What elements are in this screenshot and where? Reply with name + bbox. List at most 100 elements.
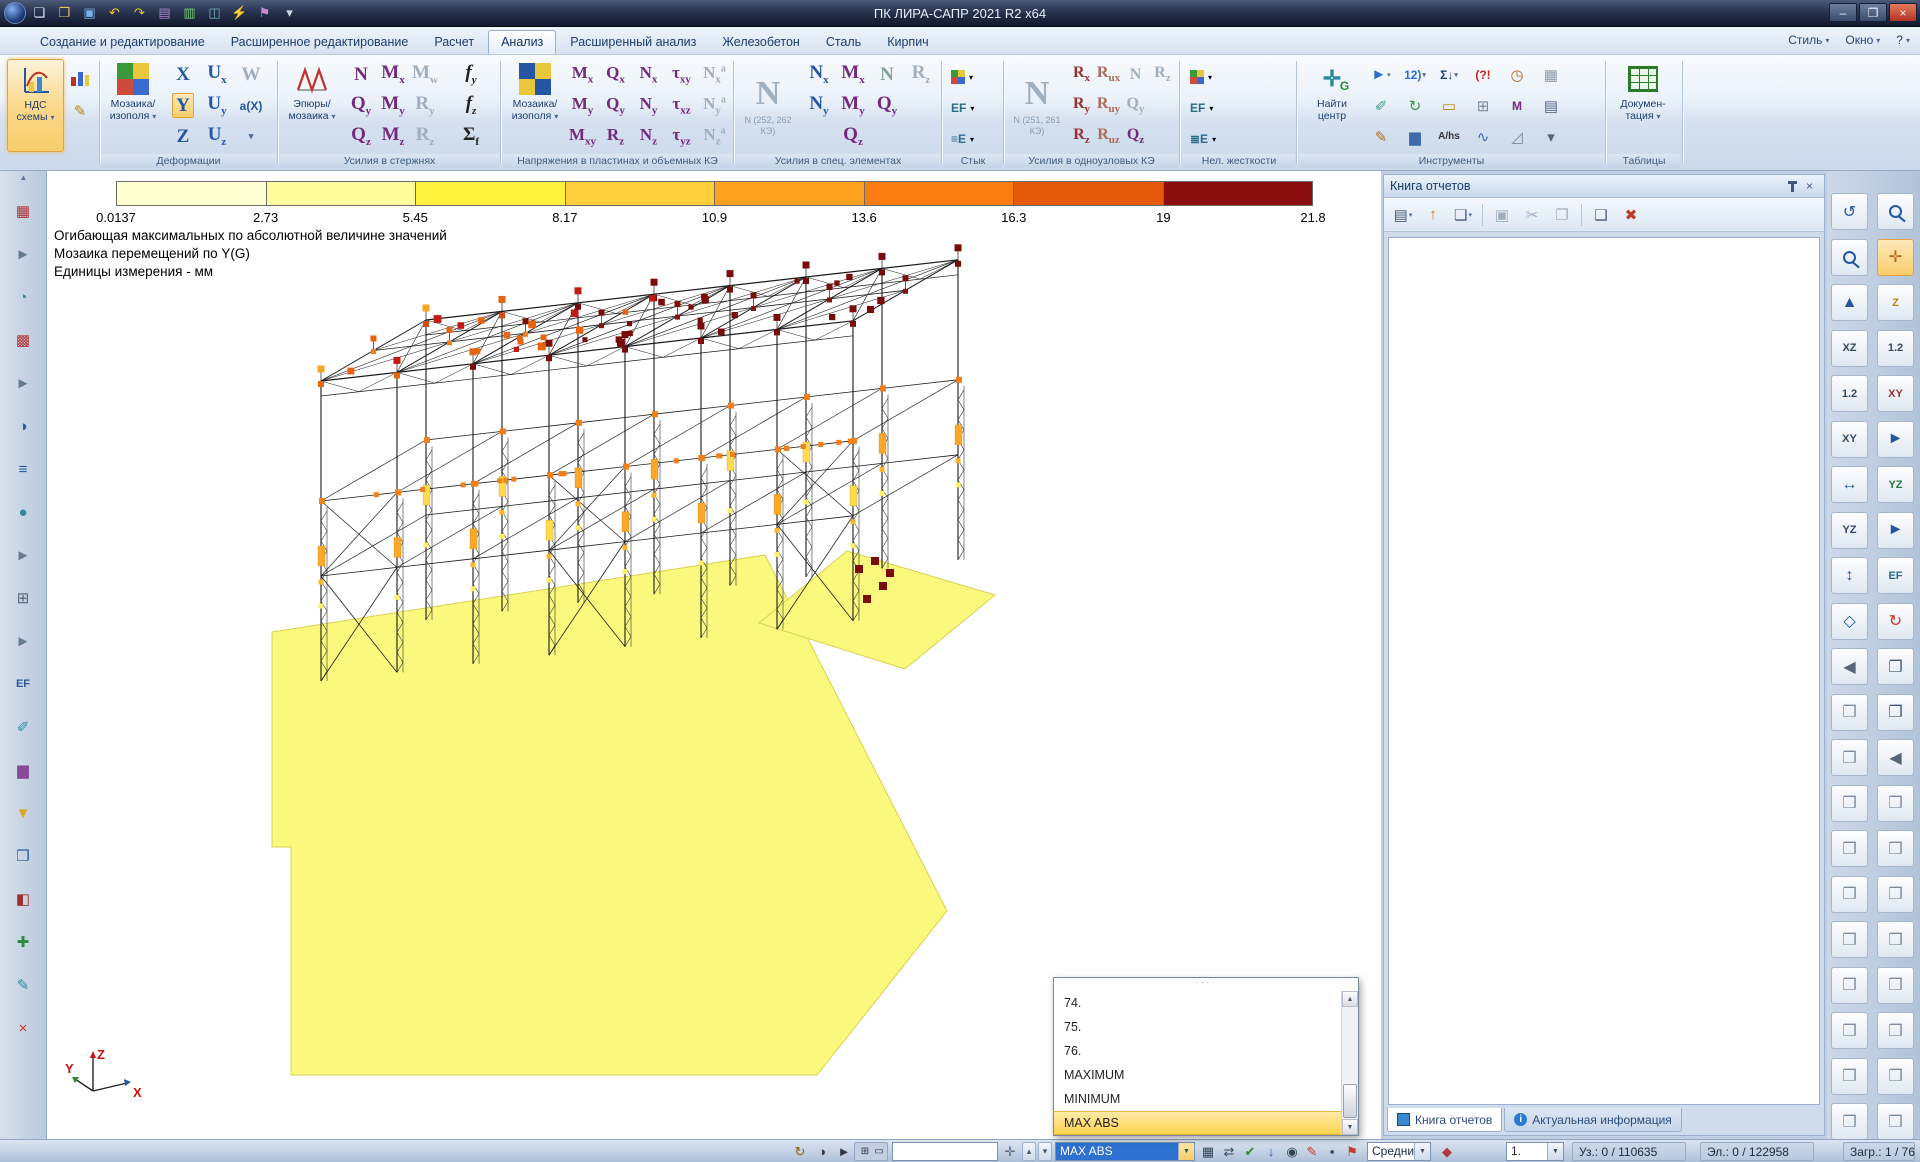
stiffness-icon[interactable]: EF [8, 670, 38, 698]
dropdown-item[interactable]: 74. [1054, 991, 1341, 1015]
result-y-button[interactable]: Y [172, 93, 194, 118]
pages-icon[interactable]: ❐ [1877, 648, 1914, 685]
popup-grip-icon[interactable]: ···· [1054, 978, 1358, 991]
result-rz-button[interactable]: Rz [413, 123, 438, 150]
swap-icon[interactable]: ⇄ [1219, 1142, 1239, 1161]
result-mz-button[interactable]: Mz [379, 123, 408, 150]
ruler-icon[interactable]: ▭ [1442, 97, 1456, 115]
export-icon[interactable]: ↑ [1420, 202, 1446, 228]
ribbon-tab-3[interactable]: Расчет [422, 30, 486, 54]
wave-icon[interactable]: ∿ [1477, 128, 1490, 146]
plane-yz-button[interactable]: YZ [1877, 466, 1914, 503]
dropdown-item[interactable]: 75. [1054, 1015, 1341, 1039]
result-τxz-button[interactable]: τxz [669, 93, 693, 118]
axes-icon[interactable]: ✛ [1877, 239, 1914, 276]
result-ruz-button[interactable]: Ruz [1094, 125, 1123, 148]
edit-icon[interactable]: ✎ [1375, 128, 1388, 146]
view-cube-icon[interactable]: ❒ [1877, 967, 1914, 1004]
result-qy-button[interactable]: Qy [348, 92, 374, 119]
stack-button-1[interactable]: ▾ [947, 63, 977, 91]
result-qz-button[interactable]: Qz [348, 123, 374, 150]
mesh-icon[interactable]: ▩ [8, 326, 38, 354]
more-icon[interactable]: ▾ [1547, 128, 1555, 146]
update-icon[interactable]: ↻ [790, 1142, 810, 1161]
result-ny-button[interactable]: Ny [806, 92, 831, 119]
result-σf-button[interactable]: Σf [460, 123, 482, 150]
result-uy-button[interactable]: Uy [204, 92, 229, 119]
close-button[interactable]: × [1889, 3, 1917, 22]
toolbar-grip-icon[interactable]: ▲ [0, 173, 47, 182]
ribbon-tab-7[interactable]: Сталь [814, 30, 873, 54]
expand-icon[interactable]: ► [8, 240, 38, 268]
result-nz-button[interactable]: Nz [637, 124, 660, 149]
apply-icon[interactable]: ✔ [1240, 1142, 1260, 1161]
spin-down-icon[interactable]: ▾ [1038, 1142, 1052, 1161]
window-menu-item[interactable]: ?▾ [1896, 33, 1910, 47]
pan-v-icon[interactable]: ↕ [1831, 557, 1868, 594]
ribbon-tab-8[interactable]: Кирпич [875, 30, 940, 54]
dot-icon[interactable]: ▪ [1322, 1142, 1342, 1161]
isometry-icon[interactable]: ◇ [1831, 603, 1868, 640]
select-tool-icon[interactable]: ►▾ [1371, 66, 1390, 83]
ribbon-tab-4[interactable]: Анализ [488, 30, 556, 54]
result-mxy-button[interactable]: Mxy [566, 124, 599, 149]
combo-dropdown-icon[interactable]: ▼ [1178, 1143, 1194, 1160]
ribbon-tab-6[interactable]: Железобетон [710, 30, 811, 54]
mode-icon[interactable]: ◑ [812, 1142, 832, 1161]
layers-icon[interactable]: ≡ [8, 455, 38, 483]
result-mx-button[interactable]: Mx [838, 61, 867, 88]
stiffness-view-icon[interactable]: EF [1877, 557, 1914, 594]
area-icon[interactable]: ◿ [1511, 128, 1523, 146]
result-my-button[interactable]: My [569, 93, 597, 118]
scrollbar-thumb[interactable] [1343, 1084, 1357, 1118]
panel-tab-2[interactable]: iАктуальная информация [1504, 1108, 1682, 1132]
result-mode-combo[interactable]: MAX ABS ▼ [1055, 1142, 1195, 1161]
grid-toggle-icon[interactable]: ⊞ [858, 1142, 872, 1161]
close-fragment-icon[interactable]: × [8, 1014, 38, 1042]
ratio-icon[interactable]: A/hs [1438, 131, 1460, 142]
report-table-icon[interactable]: ▤ [1544, 97, 1558, 115]
filter-icon[interactable]: ▼ [8, 799, 38, 827]
view-cube-icon[interactable]: ❒ [1877, 921, 1914, 958]
view-cube-icon[interactable]: ❒ [1877, 1058, 1914, 1095]
result-ry-button[interactable]: Ry [412, 92, 437, 119]
result-mw-button[interactable]: Mw [409, 61, 441, 88]
add-icon[interactable]: ✚ [8, 928, 38, 956]
result-rz-button[interactable]: Rz [604, 124, 627, 149]
result-qy-button[interactable]: Qy [874, 92, 900, 119]
ruler-toggle-icon[interactable]: ▭ [872, 1142, 886, 1161]
pen-icon[interactable]: ✎ [8, 971, 38, 999]
sphere-icon[interactable]: ● [8, 498, 38, 526]
result-qz-button[interactable]: Qz [840, 123, 866, 150]
result-n-button[interactable]: N [1127, 65, 1145, 85]
stack-button-1[interactable]: ▾ [1186, 63, 1216, 91]
ribbon-tab-5[interactable]: Расширенный анализ [558, 30, 708, 54]
scroll-down-icon[interactable]: ▼ [1342, 1119, 1358, 1135]
result-qy-button[interactable]: Qy [603, 93, 628, 118]
combo-dropdown-icon[interactable]: ▼ [1414, 1143, 1430, 1160]
quick-input[interactable] [892, 1142, 998, 1161]
view-cube-icon[interactable]: ❒ [1831, 967, 1868, 1004]
avg-mode-icon[interactable]: ◆ [1437, 1142, 1457, 1161]
view-cube-icon[interactable]: ❒ [1831, 785, 1868, 822]
rotate-view-icon[interactable]: ↺ [1831, 193, 1868, 230]
fragment-icon[interactable]: ▦ [8, 197, 38, 225]
special-forces-mosaic-button[interactable]: N N (252, 262 КЭ) [740, 61, 796, 153]
window-menu-item[interactable]: Стиль▾ [1788, 33, 1829, 47]
view-cube-icon[interactable]: ❒ [1831, 1103, 1868, 1140]
plate-mosaic-button[interactable]: Мозаика/изополя ▾ [506, 59, 564, 152]
frame-icon[interactable]: ⊞ [1477, 97, 1490, 115]
view-cube-icon[interactable]: ❒ [1831, 921, 1868, 958]
result-my-button[interactable]: My [378, 92, 407, 119]
grid-icon[interactable]: ⊞ [8, 584, 38, 612]
play-icon[interactable]: ► [834, 1142, 854, 1161]
result-ny-button[interactable]: Nya [700, 93, 729, 118]
result-n-button[interactable]: N [877, 63, 897, 86]
volume-icon[interactable]: ❒ [8, 842, 38, 870]
view-cube-icon[interactable]: ❒ [1877, 785, 1914, 822]
warning-icon[interactable]: (?! [1475, 68, 1490, 82]
result-rz-button[interactable]: Rz [909, 61, 934, 88]
result-nx-button[interactable]: Nx [637, 62, 661, 87]
hand-icon[interactable]: ✛ [1000, 1142, 1020, 1161]
result-qz-button[interactable]: Qz [1124, 125, 1147, 148]
